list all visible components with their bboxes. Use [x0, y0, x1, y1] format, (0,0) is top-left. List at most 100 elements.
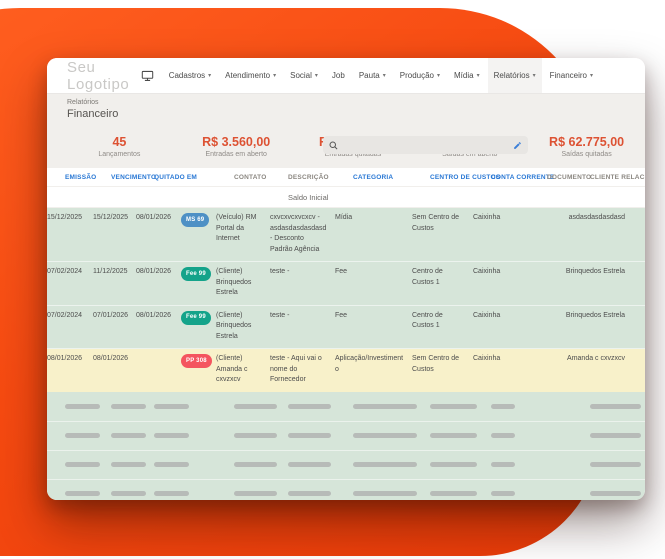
column-conta-corrente[interactable]: CONTA CORRENTE: [491, 174, 554, 181]
skeleton-bar: [353, 462, 417, 467]
cell-documento: [529, 354, 572, 386]
skeleton-bar: [65, 491, 100, 496]
column-centro-de-custos[interactable]: CENTRO DE CUSTOS: [430, 174, 500, 181]
skeleton-bar: [353, 403, 417, 409]
table-row[interactable]: 15/12/2025 15/12/2025 08/01/2026 MS 69 (…: [47, 208, 645, 262]
cell-descricao: teste -: [270, 311, 290, 319]
skeleton-row: [47, 420, 645, 450]
cell-quitado-em: [136, 354, 181, 386]
skeleton-bar: [353, 433, 417, 438]
stat-lancamentos: 45 Lançamentos: [61, 135, 178, 160]
skeleton-bar: [288, 403, 331, 409]
skeleton-bar: [111, 462, 146, 467]
cell-contato: (Cliente) Amanda c cxvzxcv: [216, 355, 248, 383]
stat-value: R$ 3.560,00: [202, 134, 271, 149]
skeleton-row: [47, 392, 645, 421]
skeleton-bar: [65, 433, 100, 438]
desktop-icon[interactable]: [134, 58, 161, 93]
status-badge: MS 69: [181, 213, 210, 227]
cell-vencimento: 07/01/2026: [93, 311, 129, 319]
cell-quitado-em: 08/01/2026: [136, 311, 172, 319]
table-header: EMISSÃO VENCIMENTO QUITADO EM CONTATO DE…: [47, 168, 645, 187]
skeleton-bar: [154, 433, 189, 438]
cell-contato: (Veículo) RM Portal da Internet: [216, 214, 257, 242]
search-icon: [329, 141, 338, 150]
stat-label: Lançamentos: [98, 151, 141, 159]
cell-cliente-relacionado: Brinquedos Estrela: [565, 311, 625, 319]
cell-centro-de-custos: Centro de Custos 1: [412, 311, 443, 330]
cell-categoria: Aplicação/Investimento: [335, 355, 404, 373]
skeleton-bar: [430, 491, 477, 496]
cell-categoria: Mídia: [335, 214, 353, 221]
column-quitado-em[interactable]: QUITADO EM: [154, 174, 199, 181]
skeleton-bar: [430, 462, 477, 467]
cell-badge: Fee 99: [181, 267, 216, 299]
cell-centro-de-custos: Sem Centro de Custos: [412, 214, 460, 232]
cell-descricao: teste - Aqui vai o nome do Fornecedor: [270, 355, 322, 383]
skeleton-bar: [234, 462, 277, 467]
cell-quitado-em: 08/01/2026: [136, 214, 172, 221]
nav-item-producao[interactable]: Produção: [394, 58, 446, 93]
cell-emissao: 07/02/2024: [47, 311, 83, 319]
cell-centro-de-custos: Centro de Custos 1: [412, 268, 443, 286]
skeleton-bar: [65, 403, 100, 409]
cell-emissao: 15/12/2025: [47, 214, 83, 221]
skeleton-bar: [288, 433, 331, 438]
cell-descricao: cxvcxvcxvcxcv - asdasdasdasdasd - Descon…: [270, 214, 327, 253]
skeleton-bar: [590, 433, 641, 438]
skeleton-row: [47, 449, 645, 479]
column-categoria[interactable]: CATEGORIA: [353, 174, 430, 181]
skeleton-bar: [154, 462, 189, 467]
summary-header: Relatórios Financeiro 45 Lançamentos R$ …: [47, 94, 645, 168]
cell-documento: [529, 213, 572, 255]
column-emissao[interactable]: EMISSÃO: [65, 174, 111, 181]
column-contato: CONTATO: [234, 173, 267, 181]
skeleton-bar: [288, 462, 331, 467]
nav-item-cadastros[interactable]: Cadastros: [163, 58, 217, 93]
status-badge: Fee 99: [181, 267, 211, 281]
nav-item-job[interactable]: Job: [326, 58, 351, 93]
nav-item-atendimento[interactable]: Atendimento: [219, 58, 282, 93]
table-row[interactable]: 07/02/2024 11/12/2025 08/01/2026 Fee 99 …: [47, 262, 645, 306]
cell-badge: MS 69: [181, 213, 216, 255]
breadcrumb-row: Relatórios Financeiro: [47, 94, 645, 126]
nav-item-pauta[interactable]: Pauta: [353, 58, 392, 93]
skeleton-bar: [111, 403, 146, 409]
top-navbar: Seu Logotipo Cadastros Atendimento Socia…: [47, 58, 645, 94]
skeleton-row: [47, 478, 645, 501]
nav-item-financeiro[interactable]: Financeiro: [544, 58, 599, 93]
page: Seu Logotipo Cadastros Atendimento Socia…: [0, 0, 665, 559]
table-row[interactable]: 07/02/2024 07/01/2026 08/01/2026 Fee 99 …: [47, 305, 645, 349]
skeleton-bar: [491, 491, 515, 496]
column-vencimento[interactable]: VENCIMENTO: [111, 174, 156, 181]
cell-badge: PP 308: [181, 354, 216, 386]
cell-contato: (Cliente) Brinquedos Estrela: [216, 268, 252, 296]
stat-entradas-aberto: R$ 3.560,00 Entradas em aberto: [178, 135, 295, 160]
cell-emissao: 08/01/2026: [47, 355, 83, 362]
cell-vencimento: 15/12/2025: [93, 214, 129, 221]
column-documento: DOCUMENTO: [547, 173, 592, 181]
stat-label: Saídas quitadas: [561, 151, 612, 159]
skeleton-bar: [430, 403, 477, 409]
breadcrumb-section: Relatórios: [67, 99, 99, 107]
cell-categoria: Fee: [335, 311, 348, 319]
cell-quitado-em: 08/01/2026: [136, 268, 172, 275]
cell-emissao: 07/02/2024: [47, 268, 83, 275]
skeleton-bar: [288, 491, 331, 496]
skeleton-bar: [154, 403, 189, 409]
stat-label: Entradas em aberto: [205, 151, 267, 159]
cell-vencimento: 08/01/2026: [93, 355, 129, 362]
edit-pencil-icon[interactable]: [513, 141, 522, 150]
cell-conta-corrente: Caixinha: [473, 355, 501, 362]
search-input[interactable]: [338, 140, 513, 150]
cell-vencimento: 11/12/2025: [93, 268, 128, 275]
skeleton-rows: [47, 391, 645, 501]
cell-categoria: Fee: [335, 268, 348, 275]
nav-item-midia[interactable]: Mídia: [448, 58, 486, 93]
nav-item-relatorios[interactable]: Relatórios: [487, 58, 542, 93]
nav-item-social[interactable]: Social: [284, 58, 324, 93]
cell-conta-corrente: Caixinha: [473, 214, 501, 221]
app-logo: Seu Logotipo: [67, 58, 130, 93]
skeleton-bar: [65, 462, 100, 467]
table-row[interactable]: 08/01/2026 08/01/2026 PP 308 (Cliente) A…: [47, 349, 645, 392]
